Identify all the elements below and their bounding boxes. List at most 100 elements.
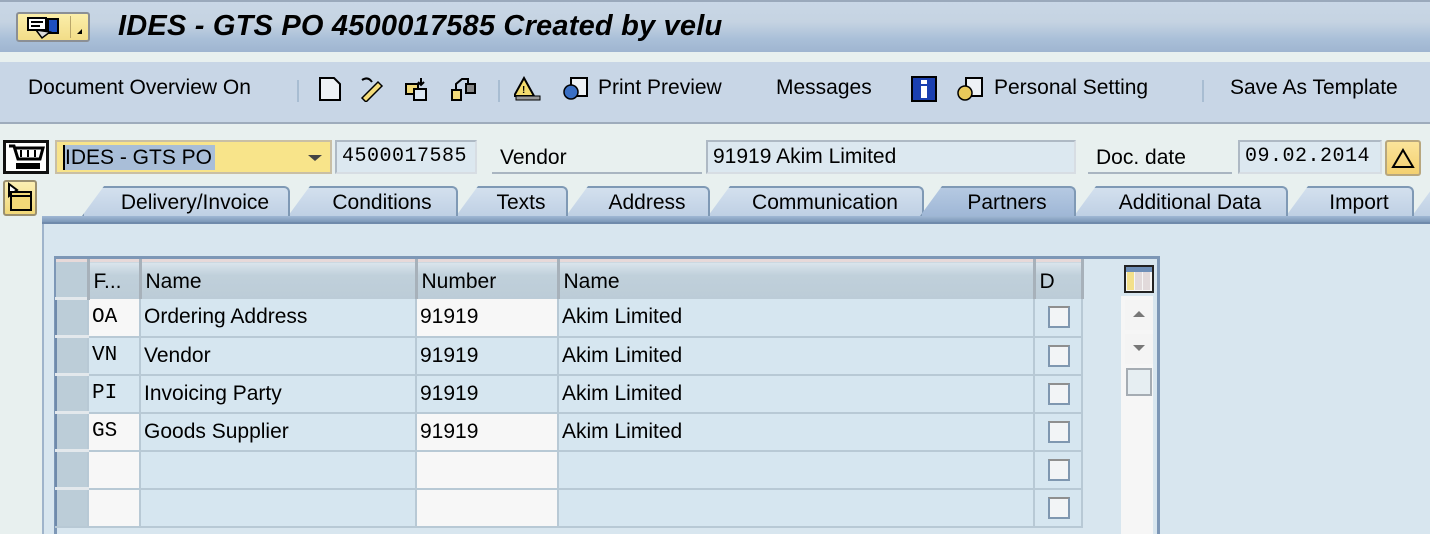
header-expand-icon bbox=[8, 182, 32, 211]
document-type-value: IDES - GTS PO bbox=[63, 145, 216, 170]
default-cell bbox=[1034, 488, 1083, 528]
partner-number-cell[interactable] bbox=[416, 488, 559, 528]
select-all-cell[interactable] bbox=[56, 259, 90, 299]
row-selector[interactable] bbox=[55, 297, 89, 338]
print-preview-icon[interactable] bbox=[562, 76, 590, 102]
partner-function-cell[interactable] bbox=[88, 450, 141, 490]
arrow-down-icon bbox=[1133, 345, 1145, 351]
header-toggle-button[interactable] bbox=[3, 180, 37, 216]
function-name-cell bbox=[140, 450, 417, 490]
print-preview-button[interactable]: Print Preview bbox=[598, 76, 722, 100]
function-name-cell: Invoicing Party bbox=[140, 374, 417, 414]
column-header-number[interactable]: Number bbox=[416, 259, 560, 299]
default-checkbox[interactable] bbox=[1048, 344, 1070, 367]
default-cell bbox=[1034, 336, 1083, 376]
cart-button[interactable] bbox=[3, 140, 49, 174]
function-name-cell bbox=[140, 488, 417, 528]
partner-name-cell bbox=[558, 450, 1035, 490]
vertical-scrollbar[interactable] bbox=[1121, 296, 1153, 534]
tab-address[interactable]: Address bbox=[566, 186, 710, 216]
arrow-up-icon bbox=[1133, 311, 1145, 317]
function-name-cell: Vendor bbox=[140, 336, 417, 376]
partner-name-cell: Akim Limited bbox=[558, 336, 1035, 376]
chevron-down-icon bbox=[308, 155, 322, 161]
default-cell bbox=[1034, 412, 1083, 452]
document-type-dropdown[interactable]: IDES - GTS PO bbox=[55, 140, 332, 174]
tab-strip: Delivery/Invoice Conditions Texts Addres… bbox=[42, 180, 1430, 224]
window-title: IDES - GTS PO 4500017585 Created by velu bbox=[118, 10, 723, 42]
dropdown-arrow-icon bbox=[77, 29, 82, 34]
partner-name-cell: Akim Limited bbox=[558, 412, 1035, 452]
tab-communication[interactable]: Communication bbox=[708, 186, 924, 216]
partner-number-cell[interactable]: 91919 bbox=[416, 412, 559, 452]
info-icon[interactable] bbox=[910, 76, 938, 102]
divider bbox=[70, 16, 71, 38]
default-checkbox[interactable] bbox=[1048, 382, 1070, 405]
partner-number-cell[interactable] bbox=[416, 450, 559, 490]
personal-setting-button[interactable]: Personal Setting bbox=[994, 76, 1148, 100]
scroll-down-button[interactable] bbox=[1125, 334, 1153, 364]
doc-date-label: Doc. date bbox=[1088, 140, 1232, 174]
partner-function-cell: PI bbox=[88, 374, 141, 414]
column-header-function-name[interactable]: Name bbox=[140, 259, 418, 299]
new-document-icon[interactable] bbox=[316, 76, 344, 102]
table-row bbox=[55, 449, 1083, 490]
other-document-icon[interactable] bbox=[450, 76, 478, 102]
column-settings-icon bbox=[1126, 267, 1152, 290]
row-selector[interactable] bbox=[55, 335, 89, 376]
tab-partners[interactable]: Partners bbox=[920, 186, 1076, 216]
function-name-cell: Ordering Address bbox=[140, 298, 417, 338]
tab-import[interactable]: Import bbox=[1286, 186, 1414, 216]
messages-button[interactable]: Messages bbox=[776, 76, 872, 100]
system-menu-button[interactable] bbox=[16, 12, 90, 42]
personal-setting-icon[interactable] bbox=[956, 76, 984, 102]
warning-button[interactable] bbox=[1385, 140, 1421, 176]
table-row: OA Ordering Address 91919 Akim Limited bbox=[55, 297, 1083, 338]
column-header-function[interactable]: F... bbox=[88, 259, 142, 299]
shopping-cart-icon bbox=[9, 144, 45, 169]
tab-conditions[interactable]: Conditions bbox=[288, 186, 458, 216]
system-menu-icon bbox=[27, 17, 59, 40]
default-cell bbox=[1034, 374, 1083, 414]
application-toolbar: Document Overview On ! Print Preview Mes… bbox=[0, 62, 1430, 124]
table-row bbox=[55, 487, 1083, 528]
column-configuration-button[interactable] bbox=[1124, 265, 1154, 293]
row-selector[interactable] bbox=[55, 449, 89, 490]
tab-delivery-invoice[interactable]: Delivery/Invoice bbox=[82, 186, 290, 216]
partner-function-cell[interactable]: OA bbox=[88, 298, 141, 338]
column-header-default[interactable]: D bbox=[1034, 259, 1084, 299]
save-as-template-button[interactable]: Save As Template bbox=[1230, 76, 1398, 100]
partner-function-cell[interactable] bbox=[88, 488, 141, 528]
column-header-partner-name[interactable]: Name bbox=[558, 259, 1036, 299]
table-header-row: F... Name Number Name D bbox=[56, 259, 1084, 299]
title-bar: IDES - GTS PO 4500017585 Created by velu bbox=[0, 0, 1430, 52]
doc-date-field[interactable]: 09.02.2014 bbox=[1238, 140, 1382, 174]
partner-function-cell[interactable]: GS bbox=[88, 412, 141, 452]
tab-more[interactable] bbox=[1412, 186, 1430, 216]
vendor-field[interactable]: 91919 Akim Limited bbox=[706, 140, 1076, 174]
table-row: GS Goods Supplier 91919 Akim Limited bbox=[55, 411, 1083, 452]
row-selector[interactable] bbox=[55, 411, 89, 452]
check-icon[interactable]: ! bbox=[514, 76, 542, 102]
svg-text:!: ! bbox=[522, 85, 525, 96]
partner-number-cell[interactable]: 91919 bbox=[416, 298, 559, 338]
toolbar-separator bbox=[1202, 80, 1204, 102]
default-checkbox[interactable] bbox=[1048, 306, 1070, 329]
po-number-field[interactable]: 4500017585 bbox=[335, 140, 477, 174]
default-cell bbox=[1034, 298, 1083, 338]
tab-additional-data[interactable]: Additional Data bbox=[1074, 186, 1288, 216]
scroll-up-button[interactable] bbox=[1125, 300, 1153, 330]
default-checkbox[interactable] bbox=[1048, 420, 1070, 443]
tab-texts[interactable]: Texts bbox=[456, 186, 568, 216]
document-overview-button[interactable]: Document Overview On bbox=[28, 76, 251, 100]
partner-name-cell bbox=[558, 488, 1035, 528]
toolbar-separator bbox=[297, 80, 299, 102]
table-row: PI Invoicing Party 91919 Akim Limited bbox=[55, 373, 1083, 414]
default-checkbox[interactable] bbox=[1048, 458, 1070, 481]
row-selector[interactable] bbox=[55, 373, 89, 414]
hold-icon[interactable] bbox=[358, 76, 386, 102]
row-selector[interactable] bbox=[55, 487, 89, 528]
default-checkbox[interactable] bbox=[1048, 496, 1070, 519]
copy-icon[interactable] bbox=[404, 76, 432, 102]
scrollbar-thumb[interactable] bbox=[1126, 368, 1152, 396]
